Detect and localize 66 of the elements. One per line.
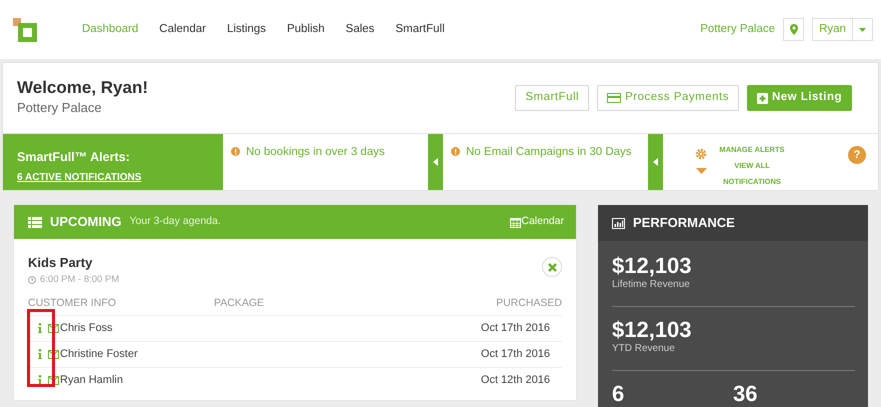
collapse-tab[interactable] bbox=[648, 134, 663, 190]
event-time: 6:00 PM - 8:00 PM bbox=[40, 272, 120, 286]
info-icon bbox=[38, 349, 42, 360]
panel-title: PERFORMANCE bbox=[633, 214, 735, 232]
logo-icon bbox=[12, 16, 38, 42]
purchase-date: Oct 17th 2016 bbox=[480, 321, 550, 336]
nav-link[interactable]: SmartFull bbox=[395, 20, 445, 38]
map-pin-icon bbox=[790, 24, 798, 35]
stat-value: 6 bbox=[612, 383, 626, 405]
alert-text: No bookings in over 3 days bbox=[246, 145, 385, 160]
caret-down-icon bbox=[696, 168, 706, 174]
caret-left-icon bbox=[653, 158, 658, 166]
customer-name: Chris Foss bbox=[60, 321, 113, 336]
dropdown-button[interactable] bbox=[853, 18, 873, 41]
section-subtitle: Your 3-day agenda. bbox=[130, 214, 221, 230]
header-button[interactable]: Process Payments bbox=[597, 85, 739, 111]
caret-left-icon bbox=[433, 158, 438, 166]
column-header: CUSTOMER INFO bbox=[28, 296, 117, 311]
alerts-title: SmartFull™ Alerts: bbox=[17, 149, 131, 166]
info-icon bbox=[38, 375, 42, 386]
nav-link[interactable]: Calendar bbox=[159, 20, 206, 38]
alert-text: No Email Campaigns in 30 Days bbox=[466, 145, 632, 160]
help-button[interactable]: ? bbox=[848, 146, 866, 164]
nav-link[interactable]: Publish bbox=[286, 20, 325, 38]
caret-icon bbox=[859, 28, 866, 32]
calendar-link[interactable]: Calendar bbox=[510, 214, 564, 230]
info-icon bbox=[38, 323, 42, 334]
stat-value: $12,103 bbox=[612, 319, 693, 341]
purchase-date: Oct 17th 2016 bbox=[480, 347, 550, 362]
nav-link[interactable]: Dashboard bbox=[82, 20, 138, 38]
stat-label: Lifetime Revenue bbox=[612, 278, 691, 292]
section-title: UPCOMING bbox=[50, 213, 122, 232]
business-name: Pottery Palace bbox=[17, 99, 103, 118]
header-button[interactable]: SmartFull bbox=[515, 85, 590, 111]
close-icon bbox=[548, 262, 556, 272]
location-link[interactable]: Pottery Palace bbox=[700, 20, 775, 38]
header-button[interactable]: New Listing bbox=[746, 85, 852, 111]
column-header: PURCHASED bbox=[496, 296, 562, 311]
customer-name: Ryan Hamlin bbox=[60, 373, 123, 388]
nav-link[interactable]: Listings bbox=[226, 20, 266, 38]
nav-link[interactable]: Sales bbox=[346, 20, 374, 38]
user-button[interactable]: Ryan bbox=[812, 18, 853, 41]
column-header: PACKAGE bbox=[214, 296, 264, 311]
notifications-link[interactable]: 6 ACTIVE NOTIFICATIONS bbox=[17, 172, 142, 183]
calendar-icon bbox=[510, 216, 522, 228]
warning-icon bbox=[231, 147, 240, 156]
purchase-date: Oct 12th 2016 bbox=[480, 373, 550, 388]
bar-chart-icon bbox=[612, 218, 625, 228]
email-icon bbox=[48, 350, 59, 359]
location-button[interactable] bbox=[783, 18, 804, 41]
plus-icon bbox=[756, 92, 768, 104]
welcome-title: Welcome, Ryan! bbox=[17, 78, 148, 98]
stat-value: 36 bbox=[733, 383, 758, 405]
customer-name: Christine Foster bbox=[60, 347, 138, 362]
clock-icon bbox=[28, 276, 36, 284]
email-icon bbox=[48, 376, 59, 385]
gear-icon bbox=[695, 148, 707, 160]
event-title: Kids Party bbox=[28, 254, 94, 272]
warning-icon bbox=[451, 147, 460, 156]
list-icon bbox=[28, 216, 42, 228]
stat-value: $12,103 bbox=[612, 255, 693, 277]
stat-label: YTD Revenue bbox=[612, 342, 676, 356]
collapse-tab[interactable] bbox=[428, 134, 443, 190]
email-icon bbox=[48, 324, 59, 333]
credit-card-icon bbox=[607, 93, 622, 103]
remove-button[interactable] bbox=[542, 257, 562, 277]
